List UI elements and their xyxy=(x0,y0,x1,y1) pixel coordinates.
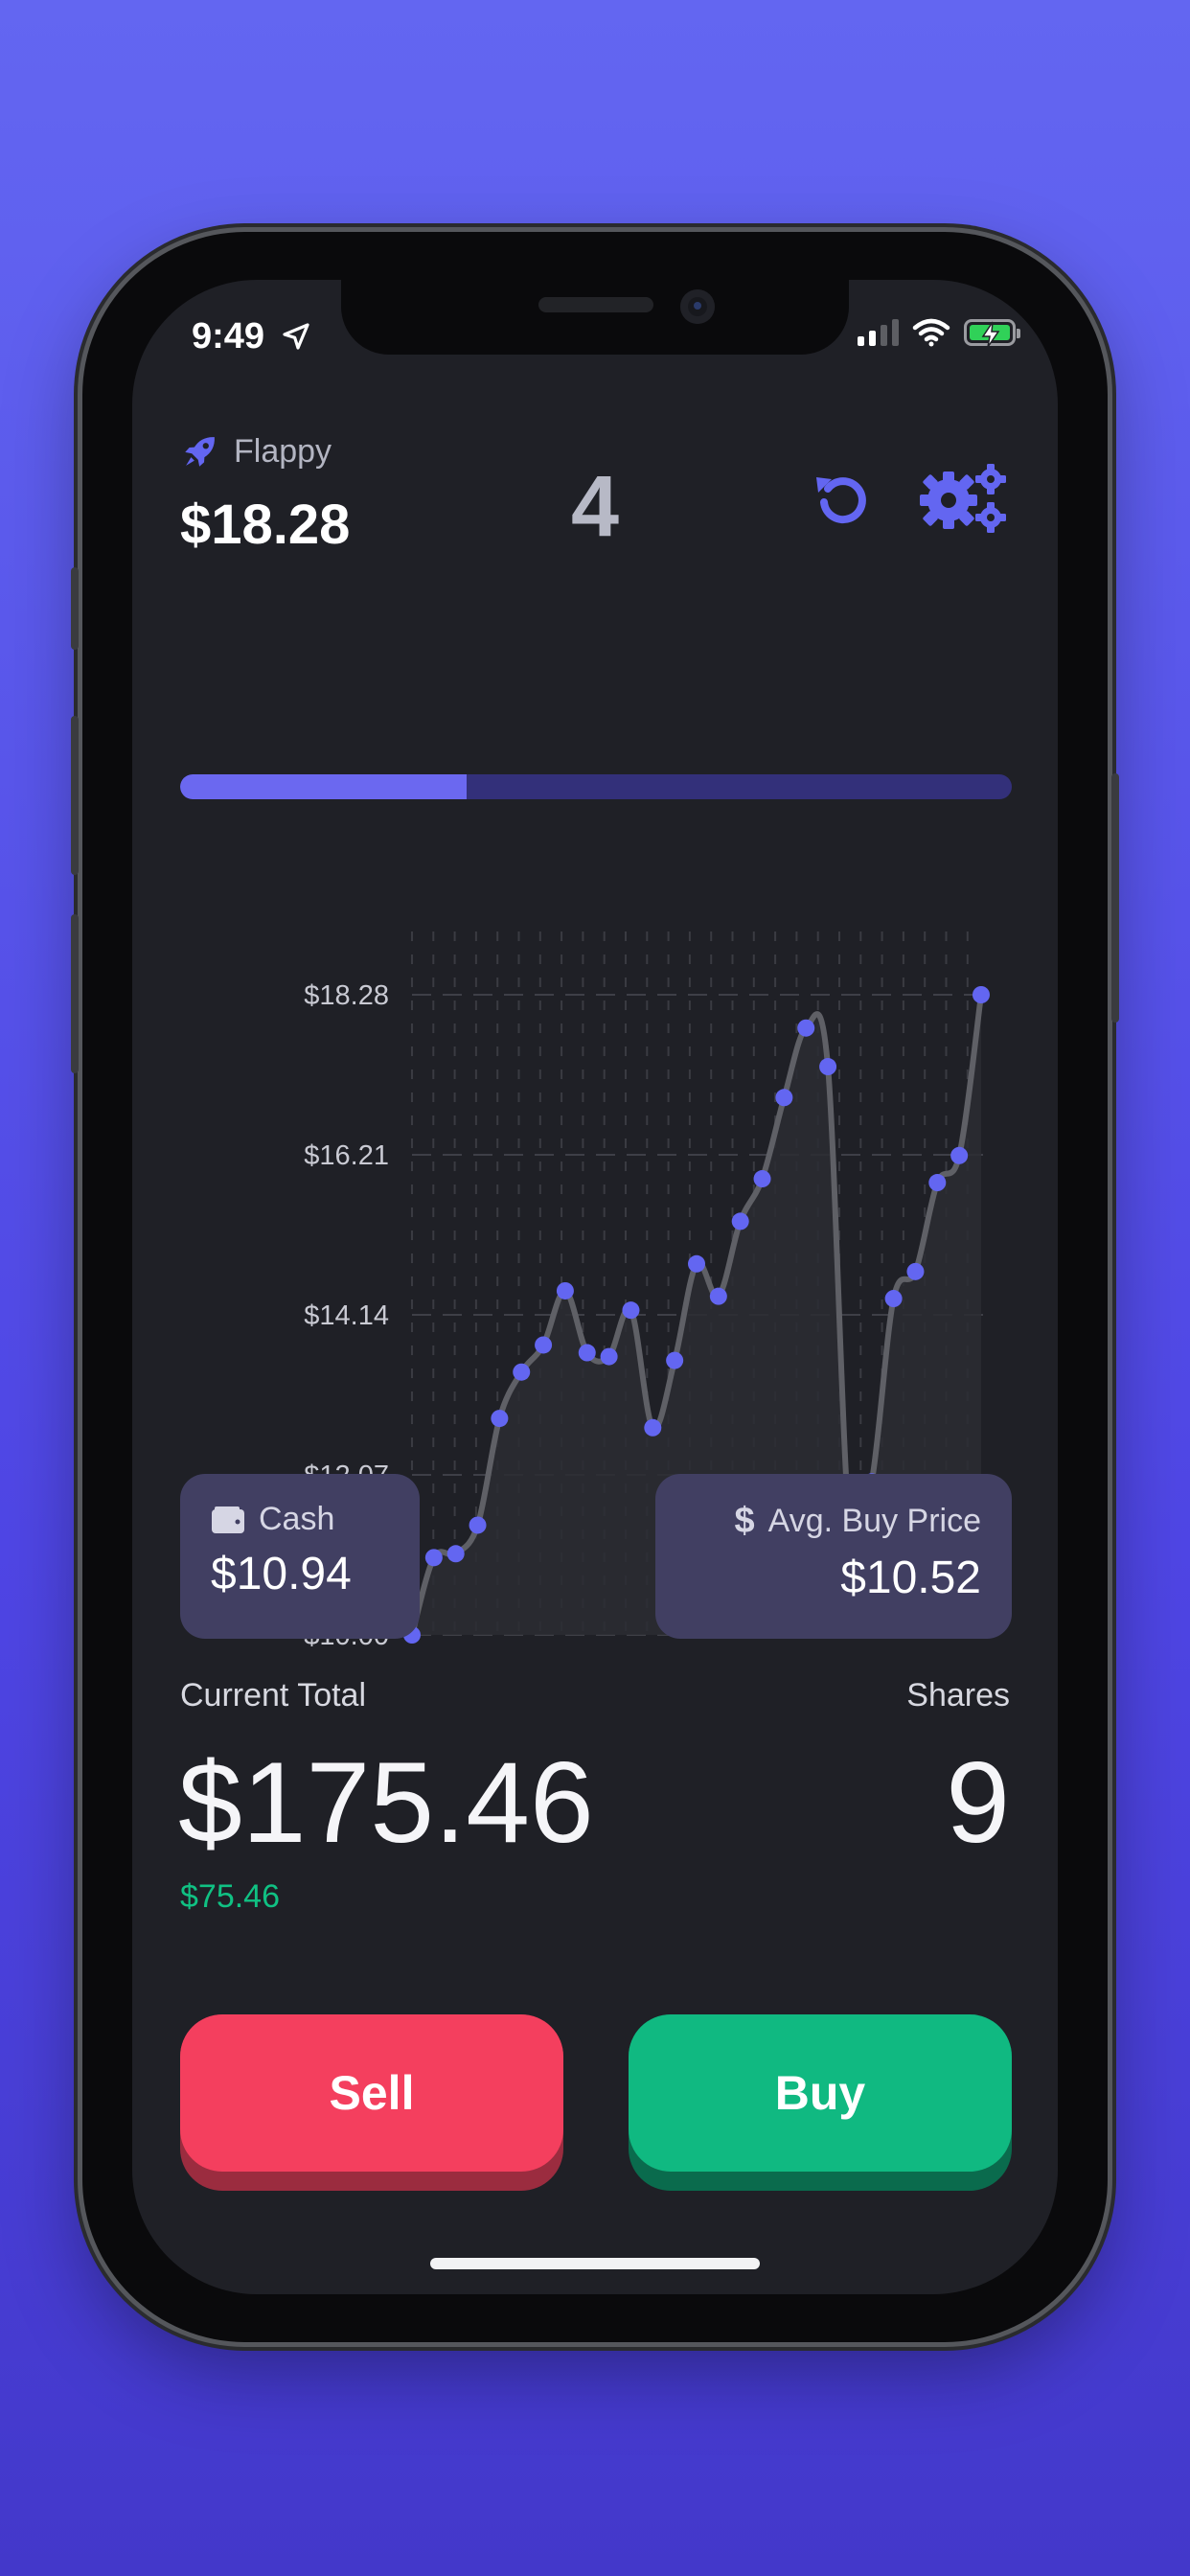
chart-point xyxy=(491,1410,509,1428)
location-arrow-icon xyxy=(283,323,309,350)
cellular-signal-icon xyxy=(858,319,899,346)
status-time-text: 9:49 xyxy=(192,316,265,356)
wifi-icon xyxy=(912,318,950,347)
chart-point xyxy=(753,1170,771,1188)
chart-point xyxy=(469,1516,487,1534)
buy-button[interactable]: Buy xyxy=(629,2014,1012,2191)
home-indicator[interactable] xyxy=(430,2258,760,2269)
y-tick-label: $18.28 xyxy=(304,980,389,1011)
current-total-value: $175.46 xyxy=(178,1738,594,1867)
volume-up-button xyxy=(71,716,79,875)
chart-point xyxy=(446,1545,465,1563)
chart-point xyxy=(775,1089,793,1107)
status-time: 9:49 xyxy=(192,316,311,357)
avg-buy-card: $ Avg. Buy Price $10.52 xyxy=(655,1474,1012,1639)
rotate-left-icon xyxy=(816,477,866,524)
status-icons xyxy=(858,318,1020,348)
wallet-icon xyxy=(212,1506,244,1533)
sell-button-label[interactable]: Sell xyxy=(180,2014,563,2172)
cash-label: Cash xyxy=(211,1501,389,1538)
chart-point xyxy=(513,1363,531,1381)
avg-buy-label: $ Avg. Buy Price xyxy=(686,1501,981,1542)
round-progress-fill xyxy=(180,774,468,799)
chart-point xyxy=(666,1351,684,1369)
rocket-icon xyxy=(185,437,215,467)
settings-button[interactable] xyxy=(916,462,1012,540)
speaker xyxy=(538,297,653,312)
shares-label: Shares xyxy=(906,1677,1010,1714)
chart-point xyxy=(797,1019,815,1037)
chart-point xyxy=(424,1549,443,1567)
current-price: $18.28 xyxy=(180,494,351,556)
app-name-text: Flappy xyxy=(234,432,332,470)
battery-icon xyxy=(964,319,1020,348)
chart-point xyxy=(819,1058,837,1076)
chart-point xyxy=(600,1347,618,1366)
chart-point xyxy=(535,1336,553,1354)
app-title: Flappy xyxy=(180,431,332,472)
gears-icon xyxy=(920,464,1006,533)
gain-value: $75.46 xyxy=(180,1878,280,1915)
y-tick-label: $14.14 xyxy=(304,1300,389,1331)
volume-down-button xyxy=(71,914,79,1073)
chart-point xyxy=(731,1212,749,1230)
chart-point xyxy=(578,1344,596,1362)
chart-point xyxy=(884,1290,903,1308)
chart-point xyxy=(622,1301,640,1320)
chart-point xyxy=(644,1418,662,1437)
chart-point xyxy=(950,1146,969,1164)
phone-frame: 9:49 Flappy $18.28 4 $18.28 $16.21 $14.1… xyxy=(71,232,1119,2342)
buy-button-label[interactable]: Buy xyxy=(629,2014,1012,2172)
shares-value: 9 xyxy=(946,1738,1010,1867)
notch xyxy=(341,280,849,355)
chart-point xyxy=(928,1174,947,1192)
round-progress-bar xyxy=(180,774,1012,799)
current-total-label: Current Total xyxy=(180,1677,367,1714)
sell-button[interactable]: Sell xyxy=(180,2014,563,2191)
cash-value: $10.94 xyxy=(211,1549,352,1599)
front-camera xyxy=(680,289,715,324)
cash-card: Cash $10.94 xyxy=(180,1474,420,1639)
chart-point xyxy=(709,1287,727,1305)
avg-buy-label-text: Avg. Buy Price xyxy=(767,1503,981,1539)
chart-point xyxy=(906,1262,925,1280)
chart-point xyxy=(556,1281,574,1300)
chart-point xyxy=(973,986,990,1003)
app-screen: 9:49 Flappy $18.28 4 $18.28 $16.21 $14.1… xyxy=(132,280,1058,2294)
reset-button[interactable] xyxy=(811,468,872,534)
power-button xyxy=(1111,773,1119,1023)
dollar-icon: $ xyxy=(734,1501,755,1541)
cash-label-text: Cash xyxy=(259,1501,335,1537)
chart-point xyxy=(688,1254,705,1273)
avg-buy-value: $10.52 xyxy=(840,1552,981,1603)
mute-switch xyxy=(71,567,79,650)
round-number: 4 xyxy=(570,459,620,555)
y-tick-label: $16.21 xyxy=(304,1140,389,1171)
